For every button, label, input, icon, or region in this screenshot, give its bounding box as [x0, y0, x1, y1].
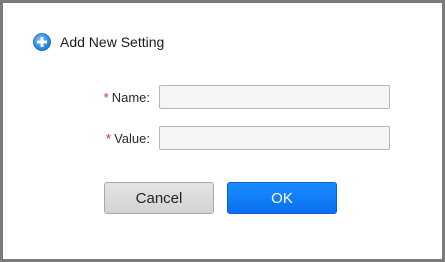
name-label-group: * Name:	[104, 85, 150, 111]
name-label: Name:	[111, 90, 150, 105]
dialog-header: Add New Setting	[33, 31, 164, 53]
cancel-button[interactable]: Cancel	[104, 182, 214, 214]
ok-button[interactable]: OK	[227, 182, 337, 214]
required-marker: *	[103, 90, 109, 105]
plus-circle-icon	[33, 33, 51, 51]
value-label: Value:	[114, 131, 150, 146]
name-row: * Name:	[3, 85, 442, 111]
add-setting-dialog: Add New Setting * Name: * Value: Cancel OK	[3, 3, 442, 259]
dialog-title: Add New Setting	[60, 34, 165, 50]
required-marker: *	[106, 131, 112, 146]
value-row: * Value:	[3, 126, 442, 152]
value-label-group: * Value:	[106, 126, 150, 152]
name-input[interactable]	[159, 85, 390, 109]
value-input[interactable]	[159, 126, 390, 150]
